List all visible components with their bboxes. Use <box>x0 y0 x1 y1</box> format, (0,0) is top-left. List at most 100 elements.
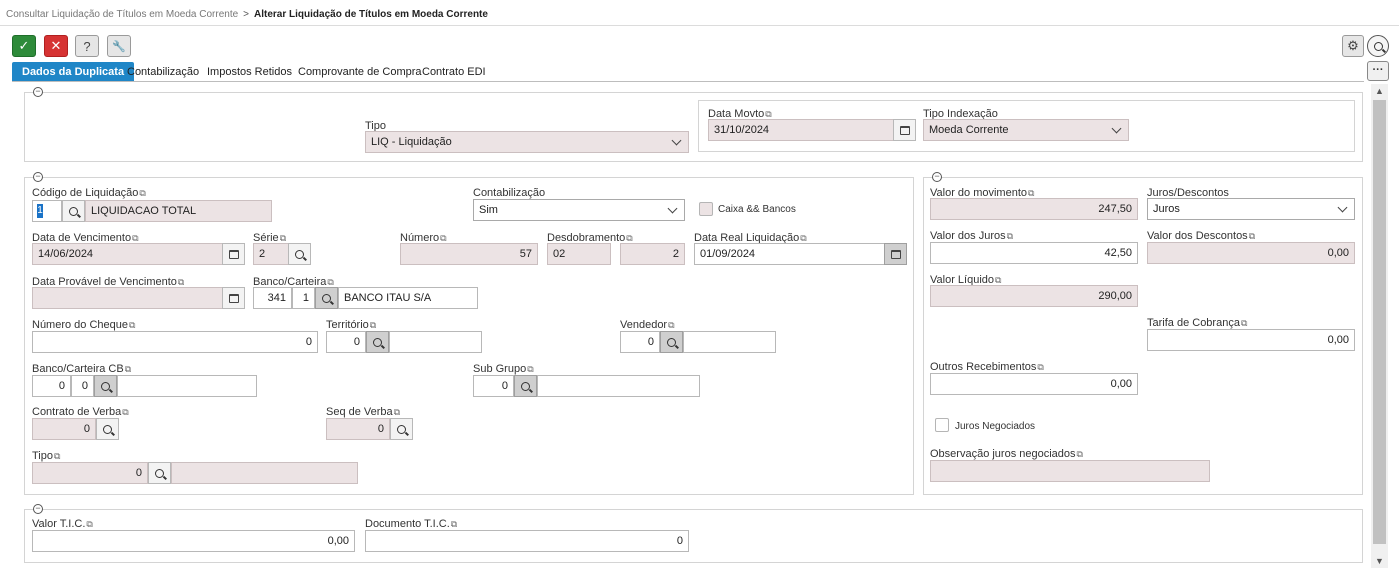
contrato-verba-search-button[interactable] <box>96 418 119 440</box>
confirm-button[interactable]: ✓ <box>12 35 36 57</box>
copy-icon: ⧉ <box>440 233 447 243</box>
data-movto-field[interactable]: 31/10/2024 <box>708 119 894 141</box>
numero-cheque-input[interactable]: 0 <box>32 331 318 353</box>
tipo-indexacao-select[interactable]: Moeda Corrente <box>923 119 1129 141</box>
breadcrumb-parent[interactable]: Consultar Liquidação de Títulos em Moeda… <box>6 9 238 20</box>
documento-tic-input[interactable]: 0 <box>365 530 689 552</box>
chevron-down-icon <box>667 203 678 214</box>
juros-descontos-select[interactable]: Juros <box>1147 198 1355 220</box>
banco-carteira-cb-description <box>117 375 257 397</box>
data-movto-calendar-button[interactable] <box>893 119 916 141</box>
vendedor-input[interactable]: 0 <box>620 331 660 353</box>
copy-icon: ⧉ <box>139 188 146 198</box>
tab-dados-duplicata[interactable]: Dados da Duplicata <box>12 62 135 82</box>
scroll-down-icon[interactable]: ▼ <box>1371 556 1388 566</box>
banco-cb-input[interactable]: 0 <box>32 375 71 397</box>
tab-contabilizacao[interactable]: Contabilização <box>127 62 199 82</box>
banco-carteira-search-button[interactable] <box>315 287 338 309</box>
desdobramento-field: 02 <box>547 243 611 265</box>
copy-icon: ⧉ <box>177 277 185 287</box>
data-vencimento-calendar-button[interactable] <box>222 243 245 265</box>
contabilizacao-label: Contabilização <box>473 187 546 199</box>
territorio-search-button[interactable] <box>366 331 389 353</box>
valor-descontos-label: Valor dos Descontos⧉ <box>1147 230 1256 242</box>
valor-juros-input[interactable]: 42,50 <box>930 242 1138 264</box>
codigo-liquidacao-search-button[interactable] <box>62 200 85 222</box>
valor-movimento-field: 247,50 <box>930 198 1138 220</box>
breadcrumb-separator: > <box>243 9 250 20</box>
copy-icon: ⧉ <box>527 364 534 374</box>
banco-carteira-cb-search-button[interactable] <box>94 375 117 397</box>
collapse-header-icon[interactable]: − <box>33 87 43 97</box>
contabilizacao-select[interactable]: Sim <box>473 199 685 221</box>
contrato-verba-field: 0 <box>32 418 96 440</box>
tab-divider <box>12 81 1364 82</box>
cancel-button[interactable]: ✕ <box>44 35 68 57</box>
valor-juros-label: Valor dos Juros⧉ <box>930 230 1014 242</box>
calendar-icon <box>228 293 239 303</box>
copy-icon: ⧉ <box>122 407 129 417</box>
chevron-down-icon <box>1111 123 1122 134</box>
numero-field: 57 <box>400 243 538 265</box>
settings-button[interactable]: ⚙ <box>1342 35 1364 57</box>
carteira-input[interactable]: 1 <box>292 287 315 309</box>
copy-icon: ⧉ <box>393 407 401 417</box>
tipo-select[interactable]: LIQ - Liquidação <box>365 131 689 153</box>
valor-tic-label: Valor T.I.C.⧉ <box>32 518 93 530</box>
collapse-tic-icon[interactable]: − <box>33 504 43 514</box>
sub-grupo-label: Sub Grupo⧉ <box>473 363 534 375</box>
vendedor-description <box>683 331 776 353</box>
seq-verba-label: Seq de Verba⧉ <box>326 406 401 418</box>
collapse-values-icon[interactable]: − <box>932 172 942 182</box>
documento-tic-label: Documento T.I.C.⧉ <box>365 518 458 530</box>
tarifa-cobranca-input[interactable]: 0,00 <box>1147 329 1355 351</box>
tab-impostos-retidos[interactable]: Impostos Retidos <box>207 62 292 82</box>
caixa-bancos-checkbox[interactable] <box>699 202 713 216</box>
search-icon <box>397 424 406 434</box>
numero-cheque-label: Número do Cheque⧉ <box>32 319 136 331</box>
data-real-liquidacao-calendar-button[interactable] <box>884 243 907 265</box>
copy-icon: ⧉ <box>800 233 807 243</box>
copy-icon: ⧉ <box>369 320 377 330</box>
tab-contrato-edi[interactable]: Contrato EDI <box>422 62 486 82</box>
vertical-scrollbar[interactable]: ▲ ▼ <box>1371 84 1388 568</box>
copy-icon: ⧉ <box>1076 449 1083 459</box>
collapse-main-icon[interactable]: − <box>33 172 43 182</box>
copy-icon: ⧉ <box>626 233 633 243</box>
desdobramento-seq-field: 2 <box>620 243 685 265</box>
search-icon <box>322 293 331 303</box>
codigo-liquidacao-input[interactable]: 1 <box>32 200 62 222</box>
breadcrumb-current: Alterar Liquidação de Títulos em Moeda C… <box>254 9 488 20</box>
juros-negociados-checkbox[interactable] <box>935 418 949 432</box>
copy-icon: ⧉ <box>1037 362 1044 372</box>
seq-verba-search-button[interactable] <box>390 418 413 440</box>
global-search-button[interactable] <box>1367 35 1389 57</box>
chevron-down-icon <box>1337 202 1348 213</box>
outros-recebimentos-input[interactable]: 0,00 <box>930 373 1138 395</box>
data-provavel-calendar-button[interactable] <box>222 287 245 309</box>
help-button[interactable]: ? <box>75 35 99 57</box>
vendedor-label: Vendedor⧉ <box>620 319 675 331</box>
territorio-input[interactable]: 0 <box>326 331 366 353</box>
copy-icon: ⧉ <box>129 320 136 330</box>
banco-input[interactable]: 341 <box>253 287 292 309</box>
valor-tic-input[interactable]: 0,00 <box>32 530 355 552</box>
sub-grupo-search-button[interactable] <box>514 375 537 397</box>
observacao-juros-label: Observação juros negociados⧉ <box>930 448 1083 460</box>
more-options-button[interactable]: ··· <box>1367 61 1389 81</box>
check-icon: ✓ <box>18 38 30 53</box>
carteira-cb-input[interactable]: 0 <box>71 375 94 397</box>
scrollbar-thumb[interactable] <box>1373 100 1386 544</box>
copy-icon: ⧉ <box>1028 188 1035 198</box>
tools-button[interactable]: 🔧 <box>107 35 131 57</box>
tab-comprovante-compra[interactable]: Comprovante de Compra <box>298 62 422 82</box>
tipo-documento-search-button[interactable] <box>148 462 171 484</box>
scroll-up-icon[interactable]: ▲ <box>1371 86 1388 96</box>
sub-grupo-input[interactable]: 0 <box>473 375 514 397</box>
serie-search-button[interactable] <box>288 243 311 265</box>
vendedor-search-button[interactable] <box>660 331 683 353</box>
calendar-icon <box>899 125 910 135</box>
valor-liquido-field: 290,00 <box>930 285 1138 307</box>
copy-icon: ⧉ <box>86 519 93 529</box>
data-real-liquidacao-input[interactable]: 01/09/2024 <box>694 243 885 265</box>
